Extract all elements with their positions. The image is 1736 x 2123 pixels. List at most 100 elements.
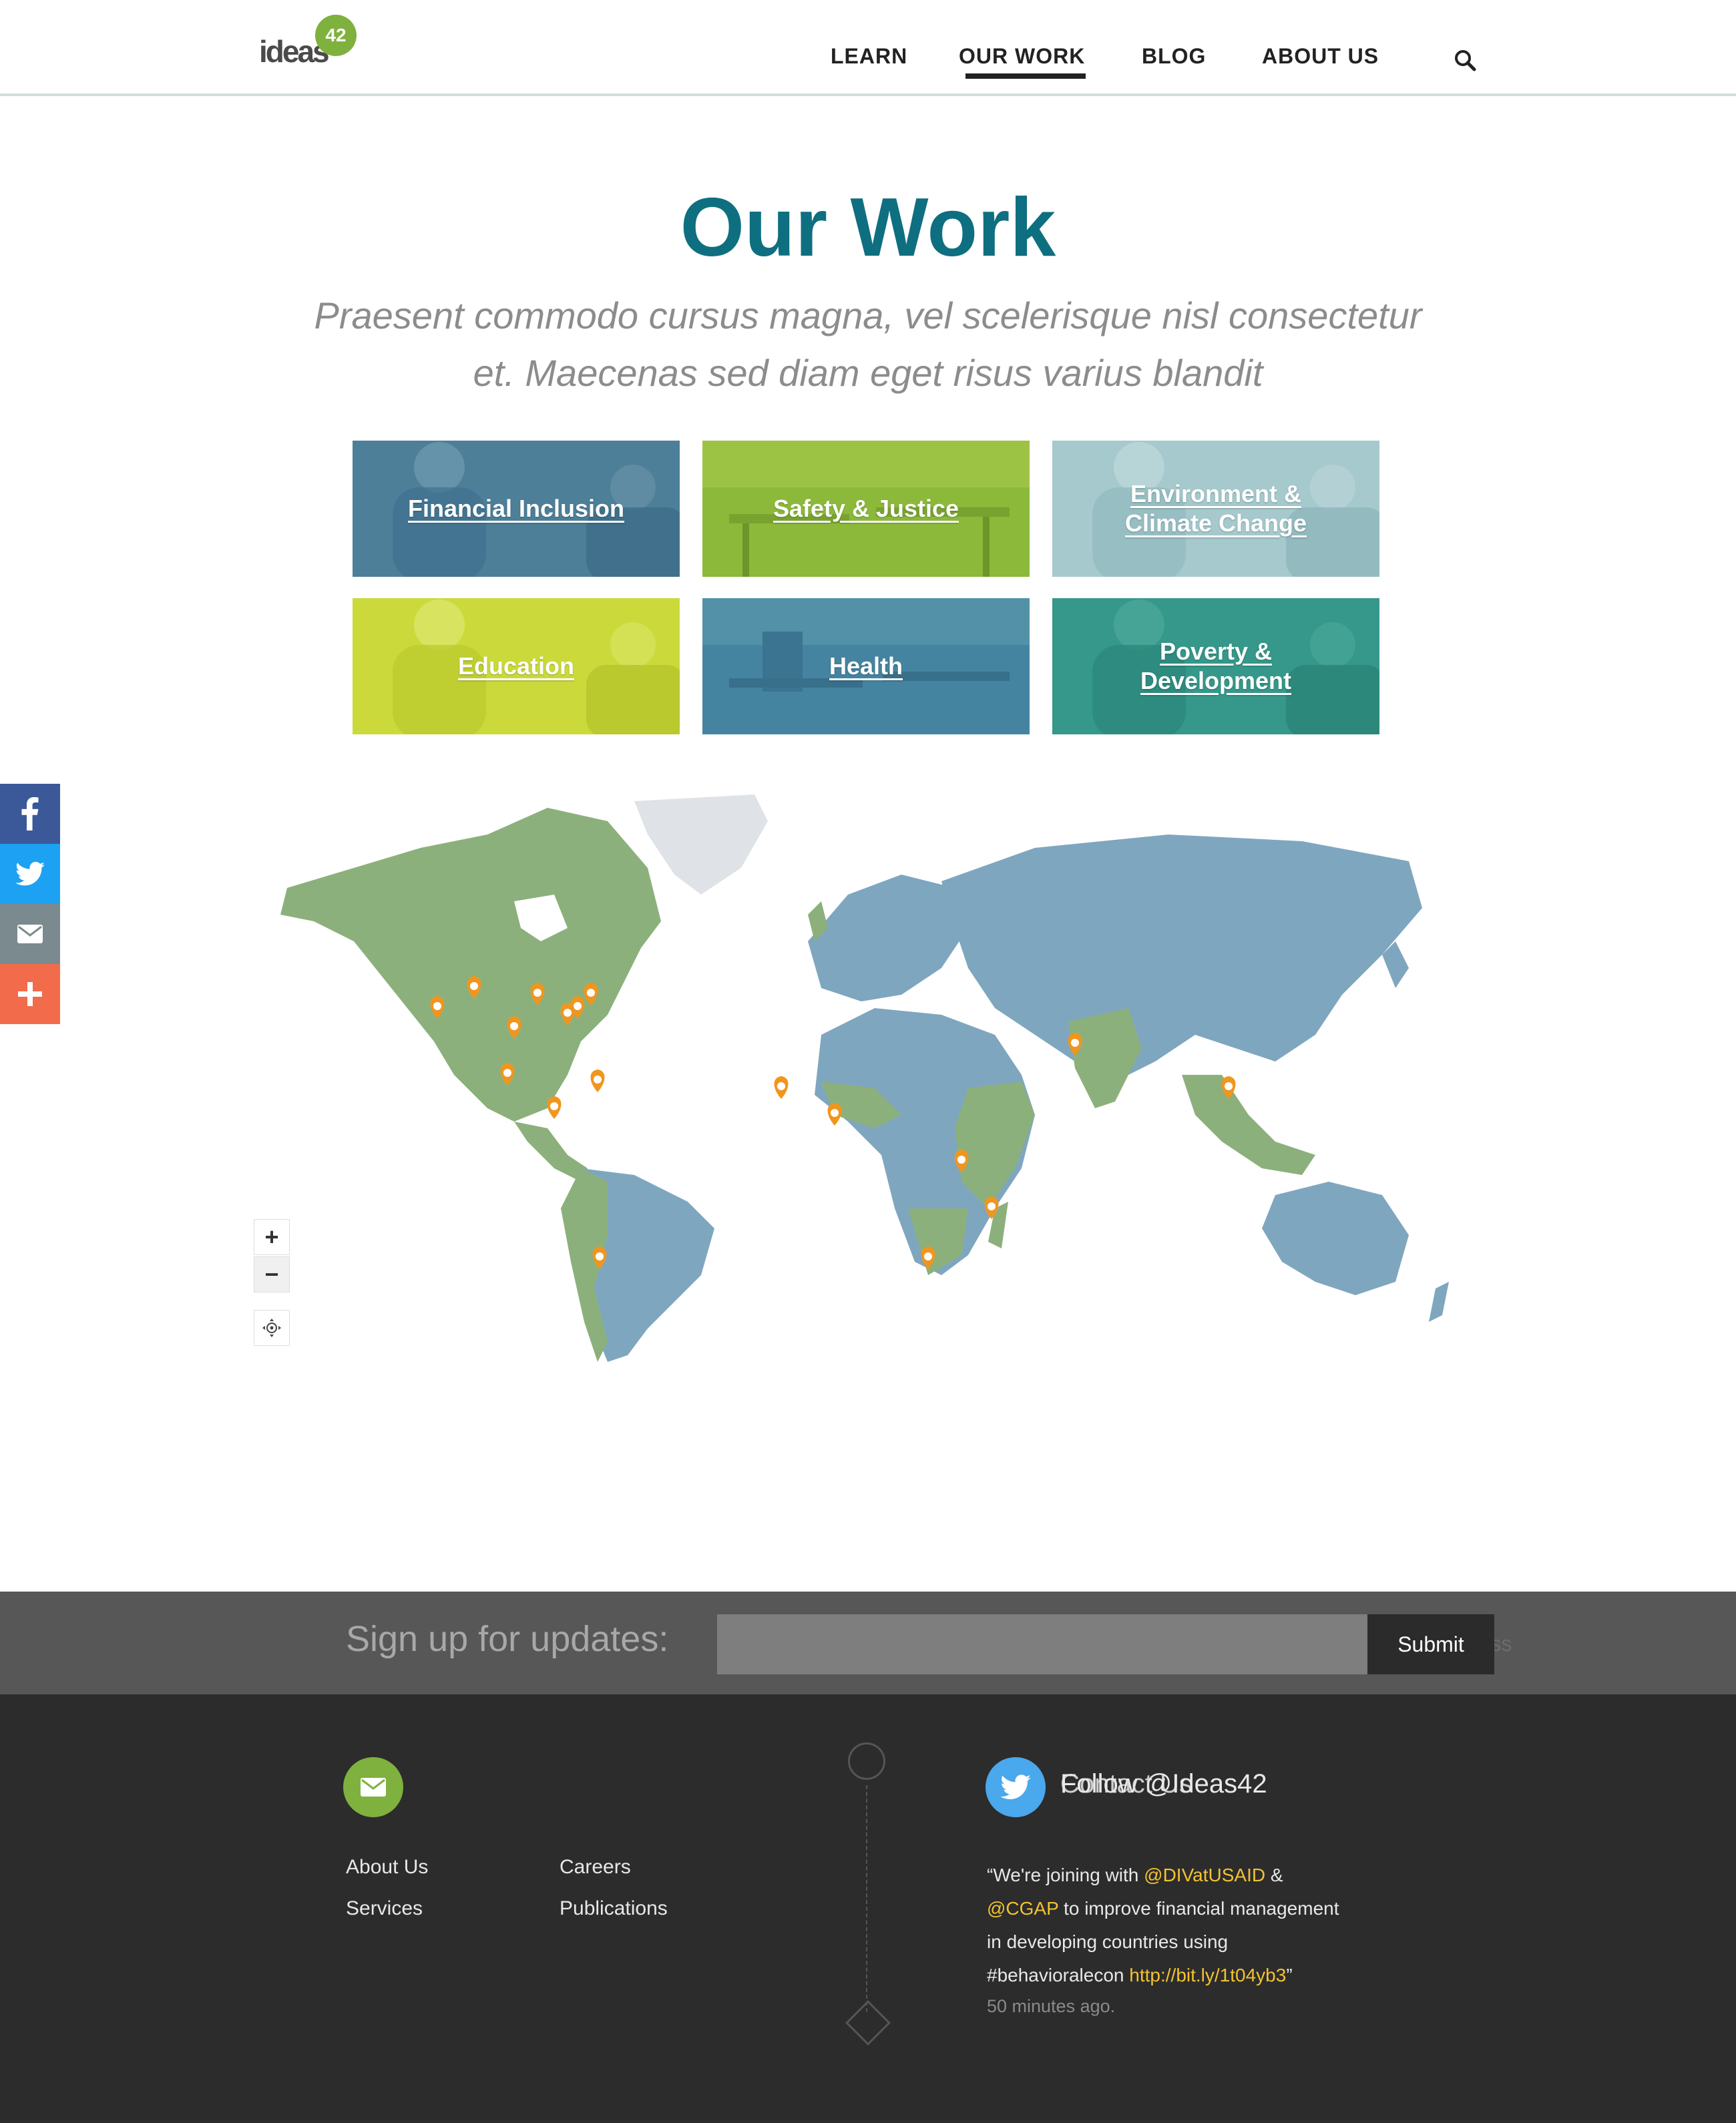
tile-label-line: Development: [1140, 667, 1292, 694]
plus-icon: [18, 982, 42, 1006]
category-tile-safety-justice[interactable]: Safety & Justice: [702, 441, 1030, 577]
footer-link-services[interactable]: Services: [346, 1897, 423, 1920]
map-region-greenland: [634, 794, 768, 895]
map-marker-dot: [470, 982, 478, 990]
locate-icon: [262, 1319, 281, 1337]
tweet-text: to improve financial management: [1058, 1898, 1339, 1919]
logo-badge: 42: [315, 15, 357, 56]
share-twitter-button[interactable]: [0, 844, 60, 904]
tweet-text: ”: [1286, 1965, 1293, 1985]
world-map[interactable]: [234, 794, 1502, 1362]
map-marker-dot: [564, 1009, 572, 1017]
tile-label-line: Safety & Justice: [773, 495, 959, 522]
page-title: Our Work: [680, 182, 1056, 274]
nav-about-us[interactable]: ABOUT US: [1262, 44, 1379, 69]
map-marker-dot: [1225, 1082, 1233, 1090]
twitter-icon: [15, 861, 45, 886]
footer-divider-diamond: [845, 2000, 891, 2046]
map-marker-dot: [510, 1022, 518, 1030]
map-marker-dot: [503, 1069, 511, 1077]
map-region-asia: [941, 835, 1422, 1082]
map-reset-button[interactable]: [254, 1310, 290, 1346]
category-tile-health[interactable]: Health: [702, 598, 1030, 734]
email-icon: [17, 925, 43, 943]
page-subtitle-line: et. Maecenas sed diam eget risus varius …: [473, 352, 1263, 394]
tweet-text: #behavioralecon: [987, 1965, 1130, 1985]
footer-divider-line: [866, 1785, 867, 2012]
map-region-india: [1068, 1008, 1142, 1108]
site-header: ideas 42 LEARN OUR WORK BLOG ABOUT US: [0, 0, 1736, 96]
map-marker-dot: [924, 1252, 932, 1260]
tile-label: Safety & Justice: [773, 494, 959, 523]
map-marker-dot: [596, 1252, 604, 1260]
latest-tweet: “We're joining with @DIVatUSAID & @CGAP …: [987, 1859, 1387, 1992]
footer-link-publications[interactable]: Publications: [560, 1897, 668, 1920]
twitter-handle[interactable]: Follow @Ideas42 Contact Us: [1060, 1769, 1267, 1799]
map-marker-dot: [574, 1002, 582, 1010]
map-marker-dot: [777, 1082, 785, 1090]
tweet-text: “We're joining with: [987, 1865, 1144, 1885]
footer-link-careers[interactable]: Careers: [560, 1856, 631, 1879]
map-zoom-in-button[interactable]: +: [254, 1219, 290, 1255]
nav-our-work[interactable]: OUR WORK: [959, 44, 1085, 69]
page-subtitle: Praesent commodo cursus magna, vel scele…: [254, 287, 1482, 402]
tweet-mention[interactable]: @DIVatUSAID: [1144, 1865, 1265, 1885]
tweet-timestamp: 50 minutes ago.: [987, 1996, 1116, 2016]
search-icon[interactable]: [1453, 48, 1477, 72]
map-marker-dot: [1071, 1039, 1079, 1047]
share-more-button[interactable]: [0, 964, 60, 1024]
map-marker-dot: [594, 1076, 602, 1084]
tweet-link[interactable]: http://bit.ly/1t04yb3: [1129, 1965, 1286, 1985]
map-region-central-america: [514, 1122, 588, 1182]
footer-link-about-us[interactable]: About Us: [346, 1856, 428, 1879]
site-logo[interactable]: ideas 42: [256, 12, 363, 79]
contact-us-overlap-text: Contact Us: [1060, 1769, 1192, 1799]
map-marker-dot: [957, 1156, 965, 1164]
tile-label-line: Poverty &: [1159, 638, 1273, 665]
tile-label-line: Climate Change: [1124, 509, 1307, 537]
tile-label: Environment & Climate Change: [1125, 479, 1307, 538]
map-marker-dot: [550, 1102, 558, 1110]
map-region-southeast-asia: [1182, 1075, 1315, 1175]
tile-label-line: Education: [457, 652, 574, 680]
map-marker-dot: [587, 989, 595, 997]
nav-learn[interactable]: LEARN: [831, 44, 907, 69]
tile-label: Financial Inclusion: [408, 494, 624, 523]
map-region-europe: [808, 875, 968, 1001]
nav-active-indicator: [965, 73, 1086, 79]
contact-email-button[interactable]: [343, 1757, 403, 1817]
site-footer: About Us Careers Services Publications F…: [0, 1694, 1736, 2123]
twitter-follow-button[interactable]: [986, 1757, 1046, 1817]
category-tile-poverty-development[interactable]: Poverty & Development: [1052, 598, 1379, 734]
map-marker-dot: [988, 1202, 996, 1210]
tile-label: Poverty & Development: [1140, 637, 1291, 696]
tile-label-line: Financial Inclusion: [407, 495, 625, 522]
tile-label-line: Environment &: [1130, 480, 1302, 507]
category-tile-environment-climate[interactable]: Environment & Climate Change: [1052, 441, 1379, 577]
tweet-text: in developing countries using: [987, 1931, 1229, 1952]
signup-bar: Sign up for updates: ress Submit: [0, 1592, 1736, 1694]
map-zoom-out-button[interactable]: −: [254, 1256, 290, 1292]
tile-label: Education: [458, 652, 574, 681]
signup-email-input[interactable]: [717, 1614, 1369, 1674]
category-tile-financial-inclusion[interactable]: Financial Inclusion: [353, 441, 680, 577]
map-region-australia: [1262, 1182, 1409, 1295]
map-marker-dot: [831, 1109, 839, 1117]
tweet-mention[interactable]: @CGAP: [987, 1898, 1058, 1919]
twitter-icon: [1000, 1775, 1031, 1800]
map-marker-dot: [533, 989, 541, 997]
share-email-button[interactable]: [0, 904, 60, 964]
footer-divider-circle: [848, 1742, 885, 1780]
map-marker-dot: [433, 1002, 441, 1010]
tile-label-line: Health: [829, 652, 903, 680]
page-subtitle-line: Praesent commodo cursus magna, vel scele…: [314, 294, 1422, 336]
envelope-icon: [361, 1778, 386, 1797]
map-region-new-zealand: [1429, 1282, 1449, 1322]
nav-blog[interactable]: BLOG: [1142, 44, 1206, 69]
signup-label: Sign up for updates:: [346, 1619, 669, 1659]
signup-submit-button[interactable]: Submit: [1367, 1614, 1494, 1674]
share-facebook-button[interactable]: [0, 784, 60, 844]
tile-label: Health: [829, 652, 903, 681]
tweet-text: &: [1265, 1865, 1283, 1885]
category-tile-education[interactable]: Education: [353, 598, 680, 734]
